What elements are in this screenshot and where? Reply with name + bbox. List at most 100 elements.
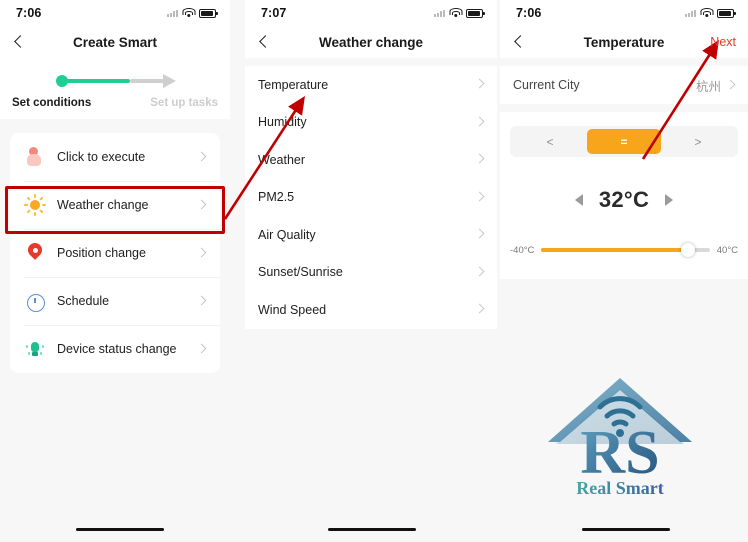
chevron-right-icon <box>476 230 485 239</box>
status-clock: 7:06 <box>516 6 542 20</box>
condition-type-list: Click to execute Weather change Position… <box>10 133 220 373</box>
wifi-icon <box>182 8 195 18</box>
battery-icon <box>199 8 218 18</box>
list-item-label: Humidity <box>258 115 307 130</box>
stepper-arrow-icon <box>163 74 176 88</box>
chevron-right-icon <box>476 80 485 89</box>
chevron-right-icon <box>476 118 485 127</box>
nav-bar: Create Smart <box>0 26 230 58</box>
list-item-label: Temperature <box>258 77 329 92</box>
slider-track[interactable] <box>541 243 710 257</box>
list-item-weather[interactable]: Weather <box>245 141 497 179</box>
chevron-right-icon <box>198 345 207 354</box>
nav-bar: Weather change <box>245 26 497 58</box>
logo-wordmark: Real Smart <box>576 478 663 498</box>
chevron-right-icon <box>476 193 485 202</box>
status-bar: 7:06 <box>0 0 230 26</box>
list-item-schedule[interactable]: Schedule <box>10 277 220 325</box>
phone-panel-weather-change: 7:07 Weather change Temperature Humidity… <box>245 0 497 542</box>
status-icons <box>685 8 736 18</box>
list-item-wind-speed[interactable]: Wind Speed <box>245 291 497 329</box>
status-clock: 7:06 <box>16 6 42 20</box>
list-item-pm25[interactable]: PM2.5 <box>245 179 497 217</box>
sun-icon <box>24 194 46 216</box>
slider-fill <box>541 248 688 252</box>
page-title: Weather change <box>318 34 424 50</box>
wifi-icon <box>449 8 462 18</box>
temperature-value: 32°C <box>598 187 650 212</box>
list-item-sunset-sunrise[interactable]: Sunset/Sunrise <box>245 254 497 292</box>
operator-segmented-control: < = > <box>510 126 738 157</box>
screenshot-stage: 7:06 Create Smart Set conditions Set up … <box>0 0 748 542</box>
nav-bar: Temperature Next <box>500 26 748 58</box>
operator-less-than-button[interactable]: < <box>513 129 587 154</box>
step-label-inactive: Set up tasks <box>150 97 218 109</box>
stepper: Set conditions Set up tasks <box>0 58 230 119</box>
current-city-value: 杭州 <box>695 79 721 94</box>
chevron-right-icon <box>727 81 736 90</box>
slider-min-label: -40°C <box>510 244 535 256</box>
list-item-label: PM2.5 <box>258 190 295 205</box>
phone-panel-create-smart: 7:06 Create Smart Set conditions Set up … <box>0 0 230 542</box>
back-chevron-icon[interactable] <box>512 34 528 50</box>
stepper-remaining-line <box>130 79 164 83</box>
real-smart-logo: RS Real Smart <box>540 372 700 500</box>
operator-greater-than-button[interactable]: > <box>661 129 735 154</box>
chevron-right-icon <box>198 201 207 210</box>
status-icons <box>167 8 218 18</box>
triangle-right-icon[interactable] <box>665 194 674 206</box>
status-bar: 7:06 <box>500 0 748 26</box>
home-indicator <box>582 527 670 531</box>
list-item-air-quality[interactable]: Air Quality <box>245 216 497 254</box>
list-item-temperature[interactable]: Temperature <box>245 66 497 104</box>
list-item-label: Schedule <box>57 294 110 308</box>
page-title: Create Smart <box>72 34 158 50</box>
smart-device-icon <box>24 338 46 360</box>
chevron-right-icon <box>198 153 207 162</box>
chevron-right-icon <box>198 297 207 306</box>
chevron-right-icon <box>476 305 485 314</box>
temperature-slider: -40°C 40°C <box>500 243 748 257</box>
status-icons <box>434 8 485 18</box>
back-chevron-icon[interactable] <box>257 34 273 50</box>
list-item-weather-change[interactable]: Weather change <box>10 181 220 229</box>
status-bar: 7:07 <box>245 0 497 26</box>
list-item-label: Click to execute <box>57 150 146 164</box>
list-item-label: Air Quality <box>258 227 316 242</box>
triangle-left-icon[interactable] <box>574 194 583 206</box>
stepper-track <box>56 74 176 88</box>
home-indicator <box>328 527 416 531</box>
list-item-position-change[interactable]: Position change <box>10 229 220 277</box>
location-pin-icon <box>24 242 46 264</box>
battery-icon <box>717 8 736 18</box>
wifi-icon <box>700 8 713 18</box>
operator-equals-button[interactable]: = <box>587 129 661 154</box>
current-city-row[interactable]: Current City 杭州 <box>500 66 748 104</box>
step-label-active: Set conditions <box>12 97 92 109</box>
list-item-label: Position change <box>57 246 146 260</box>
back-chevron-icon[interactable] <box>12 34 28 50</box>
chevron-right-icon <box>476 268 485 277</box>
slider-max-label: 40°C <box>716 244 738 256</box>
list-item-label: Sunset/Sunrise <box>258 265 343 280</box>
logo-monogram: RS <box>580 419 659 487</box>
next-button[interactable]: Next <box>710 35 736 49</box>
list-item-click-to-execute[interactable]: Click to execute <box>10 133 220 181</box>
list-item-label: Weather <box>258 152 306 167</box>
stopwatch-icon <box>24 290 46 312</box>
current-city-label: Current City <box>513 78 580 92</box>
list-item-device-status-change[interactable]: Device status change <box>10 325 220 373</box>
chevron-right-icon <box>476 155 485 164</box>
temperature-stepper: 32°C <box>500 187 748 213</box>
list-item-label: Wind Speed <box>258 302 327 317</box>
chevron-right-icon <box>198 249 207 258</box>
list-item-humidity[interactable]: Humidity <box>245 104 497 142</box>
signal-bars-icon <box>685 9 696 17</box>
signal-bars-icon <box>434 9 445 17</box>
temperature-condition-card: < = > 32°C -40°C 40°C <box>500 112 748 279</box>
slider-thumb[interactable] <box>680 243 695 257</box>
signal-bars-icon <box>167 9 178 17</box>
stepper-progress-line <box>62 79 130 83</box>
stepper-labels: Set conditions Set up tasks <box>0 88 230 109</box>
home-indicator <box>76 527 164 531</box>
